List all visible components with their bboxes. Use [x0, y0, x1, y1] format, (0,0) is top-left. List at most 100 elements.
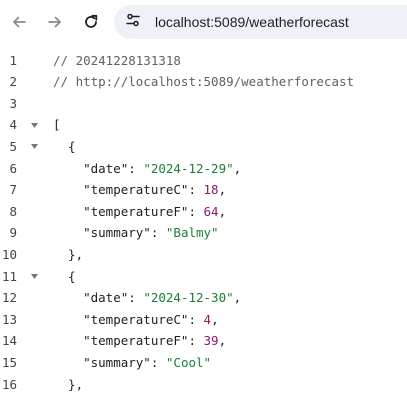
line-number: 2 [9, 74, 17, 90]
fold-toggle[interactable] [30, 266, 38, 288]
line-number: 16 [1, 376, 17, 392]
chevron-down-icon [30, 273, 38, 279]
code-line: 9 "summary": "Balmy" [0, 222, 407, 244]
json-string-value: "Cool" [165, 354, 212, 370]
code-content: "temperatureC": 18, [53, 179, 226, 201]
line-number: 8 [9, 203, 17, 219]
arrow-left-icon [11, 14, 27, 30]
json-number-value: 39 [203, 333, 219, 349]
code-content: }, [53, 244, 83, 266]
json-punctuation: : [150, 225, 166, 241]
json-key: "temperatureC" [53, 182, 189, 198]
code-line: 7 "temperatureC": 18, [0, 179, 407, 201]
line-number: 14 [1, 333, 17, 349]
json-punctuation: [ [53, 117, 61, 133]
forward-button[interactable] [40, 7, 70, 37]
code-line: 5 { [0, 136, 407, 158]
json-punctuation: , [218, 203, 227, 219]
line-number: 6 [9, 160, 17, 176]
chevron-down-icon [30, 122, 38, 128]
code-content: "temperatureF": 64, [53, 201, 226, 223]
json-number-value: 4 [203, 311, 212, 327]
json-punctuation: : [150, 354, 166, 370]
json-key: "date" [53, 290, 129, 306]
json-punctuation: { [53, 268, 76, 284]
arrow-right-icon [47, 14, 63, 30]
code-line: 8 "temperatureF": 64, [0, 201, 407, 223]
code-line: 15 "summary": "Cool" [0, 352, 407, 374]
line-number: 10 [1, 246, 17, 262]
json-punctuation: : [188, 182, 204, 198]
code-line: 1 // 20241228131318 [0, 50, 407, 72]
json-punctuation: , [233, 160, 242, 176]
json-key: "summary" [53, 225, 151, 241]
code-line: 6 "date": "2024-12-29", [0, 158, 407, 180]
code-line: 13 "temperatureC": 4, [0, 309, 407, 331]
json-key: "temperatureF" [53, 333, 189, 349]
code-content: { [53, 266, 76, 288]
chevron-down-icon [30, 144, 38, 150]
json-punctuation: : [128, 290, 144, 306]
json-punctuation: , [218, 333, 227, 349]
line-number: 4 [9, 117, 17, 133]
code-line: 2 // http://localhost:5089/weatherforecas… [0, 71, 407, 93]
code-line: 11 { [0, 266, 407, 288]
code-line: 12 "date": "2024-12-30", [0, 287, 407, 309]
code-content: "temperatureC": 4, [53, 309, 219, 331]
code-content: "temperatureF": 39, [53, 330, 226, 352]
code-line: 16 }, [0, 374, 407, 396]
json-string-value: "Balmy" [165, 225, 219, 241]
back-button[interactable] [4, 7, 34, 37]
code-content: // http://localhost:5089/weatherforecast [53, 71, 354, 93]
json-punctuation: : [188, 311, 204, 327]
json-punctuation: : [188, 203, 204, 219]
line-number: 11 [1, 268, 17, 284]
reload-icon [83, 14, 99, 30]
line-number: 13 [1, 311, 17, 327]
json-key: "summary" [53, 354, 151, 370]
line-number: 7 [9, 182, 17, 198]
line-number: 1 [9, 52, 17, 68]
json-punctuation: , [233, 290, 242, 306]
code-content: { [53, 136, 76, 158]
json-punctuation: }, [53, 376, 84, 392]
json-punctuation: }, [53, 246, 84, 262]
address-bar[interactable]: localhost:5089/weatherforecast [114, 5, 407, 39]
json-number-value: 64 [203, 203, 219, 219]
reload-button[interactable] [76, 7, 106, 37]
code-line: 4[ [0, 114, 407, 136]
code-content: }, [53, 374, 83, 396]
json-punctuation: { [53, 138, 76, 154]
json-punctuation: , [218, 182, 227, 198]
json-punctuation: : [128, 160, 144, 176]
json-key: "date" [53, 160, 129, 176]
json-key: "temperatureC" [53, 311, 189, 327]
code-content: // 20241228131318 [53, 50, 181, 72]
line-number: 9 [9, 225, 17, 241]
json-string-value: "2024-12-30" [143, 290, 234, 306]
comment-text: // http://localhost:5089/weatherforecast [53, 74, 355, 90]
json-viewer: 1 // 20241228131318 2 // http://localhost:5… [0, 44, 407, 401]
code-line: 3 [0, 93, 407, 115]
line-number: 15 [1, 354, 17, 370]
url-text[interactable]: localhost:5089/weatherforecast [155, 5, 349, 39]
fold-toggle[interactable] [30, 114, 38, 136]
json-string-value: "2024-12-29" [143, 160, 234, 176]
code-content: "date": "2024-12-30", [53, 287, 241, 309]
site-info-icon [124, 11, 142, 34]
line-number: 3 [9, 95, 17, 111]
code-content: [ [53, 114, 61, 136]
line-number: 5 [9, 138, 17, 154]
browser-toolbar: localhost:5089/weatherforecast [0, 0, 407, 44]
site-info-button[interactable] [120, 9, 146, 35]
line-number: 12 [1, 290, 17, 306]
json-key: "temperatureF" [53, 203, 189, 219]
json-punctuation: , [211, 311, 219, 327]
code-line: 10 }, [0, 244, 407, 266]
json-number-value: 18 [203, 182, 219, 198]
json-punctuation: : [188, 333, 204, 349]
code-line: 14 "temperatureF": 39, [0, 330, 407, 352]
code-content: "summary": "Balmy" [53, 222, 219, 244]
fold-toggle[interactable] [30, 136, 38, 158]
code-content: "summary": "Cool" [53, 352, 211, 374]
